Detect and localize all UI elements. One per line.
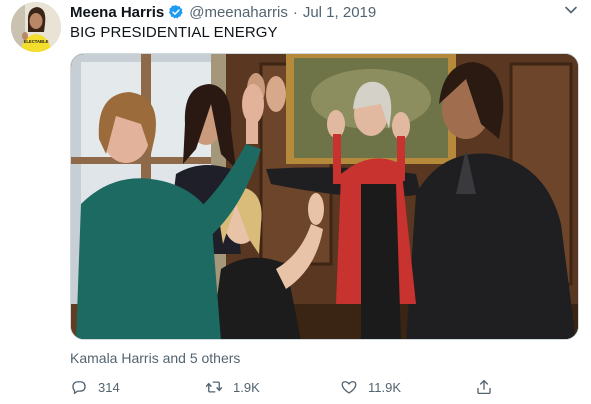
reply-icon bbox=[72, 381, 86, 395]
retweet-icon bbox=[205, 381, 223, 393]
tagged-people-link[interactable]: Kamala Harris and 5 others bbox=[70, 350, 240, 366]
retweet-button[interactable]: 1.9K bbox=[205, 376, 260, 398]
like-button[interactable]: 11.9K bbox=[340, 376, 401, 398]
reply-count: 314 bbox=[98, 379, 120, 395]
heart-icon bbox=[341, 381, 357, 394]
retweet-count: 1.9K bbox=[233, 379, 260, 395]
avatar-shirt-text: ELECTABLE bbox=[24, 39, 49, 44]
photo-image bbox=[71, 54, 578, 339]
header-separator: · bbox=[292, 3, 298, 21]
tweet[interactable]: ELECTABLE Meena Harris @meenaharris · Ju… bbox=[0, 0, 591, 404]
tweet-date[interactable]: Jul 1, 2019 bbox=[303, 4, 376, 21]
verified-badge-icon bbox=[168, 4, 184, 20]
chevron-down-icon[interactable] bbox=[563, 2, 579, 18]
avatar-photo: ELECTABLE bbox=[11, 2, 61, 52]
author-handle[interactable]: @meenaharris bbox=[189, 4, 288, 21]
reply-button[interactable]: 314 bbox=[70, 376, 120, 398]
like-count: 11.9K bbox=[368, 379, 402, 395]
share-icon bbox=[477, 379, 491, 395]
tweet-actions: 314 1.9K 11.9K bbox=[70, 376, 510, 398]
tweet-header: Meena Harris @meenaharris · Jul 1, 2019 bbox=[70, 2, 376, 22]
share-button[interactable] bbox=[475, 376, 503, 398]
avatar[interactable]: ELECTABLE bbox=[11, 2, 61, 52]
tweet-text: BIG PRESIDENTIAL ENERGY bbox=[70, 24, 278, 41]
tweet-photo[interactable] bbox=[70, 53, 579, 340]
author-name[interactable]: Meena Harris bbox=[70, 4, 164, 21]
